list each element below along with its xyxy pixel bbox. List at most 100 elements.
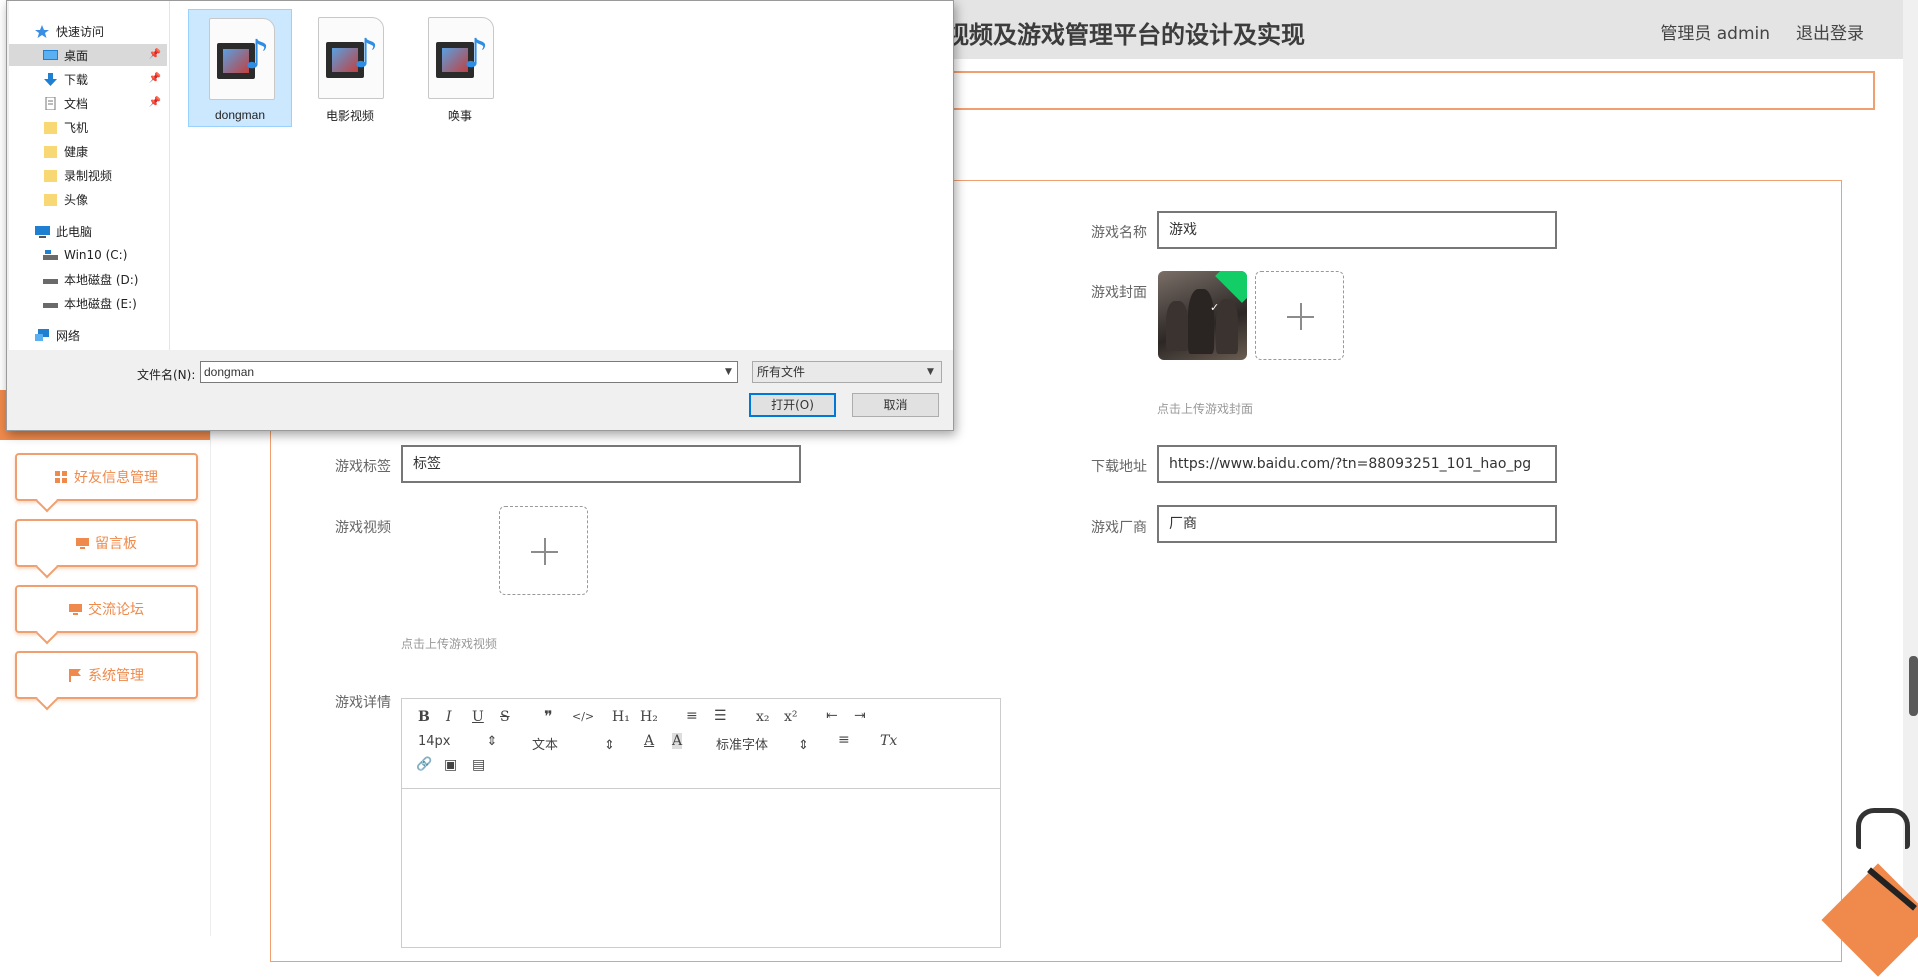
- desktop-icon: [43, 49, 58, 62]
- font-family-value: 标准字体: [716, 738, 769, 753]
- game-video-hint: 点击上传游戏视频: [401, 637, 498, 651]
- strike-button[interactable]: S: [500, 709, 510, 725]
- pin-icon: 📌: [148, 73, 161, 84]
- drive-icon: [43, 273, 58, 286]
- game-video-upload[interactable]: [499, 506, 588, 595]
- vendor-label: 游戏厂商: [1091, 520, 1147, 536]
- h1-button[interactable]: H₁: [612, 709, 630, 725]
- sidebar-item-messages[interactable]: 留言板: [15, 519, 198, 567]
- current-user: 管理员 admin: [1660, 24, 1770, 44]
- bg-color-button[interactable]: A: [672, 733, 683, 749]
- text-style-select[interactable]: 文本 ⇕: [532, 734, 615, 753]
- video-file-icon: ♪: [428, 17, 494, 99]
- nav-this-pc[interactable]: 此电脑: [9, 220, 167, 242]
- nav-downloads[interactable]: 下载 📌: [9, 68, 167, 90]
- italic-button[interactable]: I: [446, 709, 452, 725]
- nav-drive-c[interactable]: Win10 (C:): [9, 244, 167, 266]
- font-size-value: 14px: [418, 734, 451, 749]
- folder-icon: [43, 169, 58, 182]
- underline-button[interactable]: U: [472, 709, 484, 725]
- nav-label: 下载: [64, 72, 89, 87]
- sidebar-item-friends[interactable]: 好友信息管理: [15, 453, 198, 501]
- nav-documents[interactable]: 文档 📌: [9, 92, 167, 114]
- nav-folder-health[interactable]: 健康: [9, 140, 167, 162]
- text-style-value: 文本: [532, 738, 559, 753]
- nav-label: 网络: [56, 328, 81, 343]
- sidebar-item-system[interactable]: 系统管理: [15, 651, 198, 699]
- image-button[interactable]: ▣: [444, 757, 457, 773]
- page-scrollbar[interactable]: [1903, 0, 1918, 936]
- upload-success-corner: [1215, 271, 1247, 303]
- video-file-icon: ♪: [209, 18, 275, 100]
- nav-drive-d[interactable]: 本地磁盘 (D:): [9, 268, 167, 290]
- font-family-select[interactable]: 标准字体 ⇕: [716, 734, 809, 753]
- open-button[interactable]: 打开(O): [749, 393, 836, 417]
- font-size-select[interactable]: 14px ⇕: [418, 734, 497, 749]
- nav-label: 本地磁盘 (E:): [64, 296, 137, 311]
- nav-quick-access[interactable]: 快速访问: [9, 20, 167, 42]
- file-item-dongman[interactable]: ♪ dongman: [188, 9, 292, 127]
- download-input[interactable]: https://www.baidu.com/?tn=88093251_101_h…: [1157, 445, 1557, 483]
- nav-folder-recordings[interactable]: 录制视频: [9, 164, 167, 186]
- file-name: 唤事: [447, 109, 472, 123]
- cancel-button[interactable]: 取消: [852, 393, 939, 417]
- nav-folder-avatar[interactable]: 头像: [9, 188, 167, 210]
- network-icon: [35, 328, 50, 342]
- nav-label: 桌面: [64, 48, 89, 63]
- nav-drive-e[interactable]: 本地磁盘 (E:): [9, 292, 167, 314]
- sidebar-item-forum[interactable]: 交流论坛: [15, 585, 198, 633]
- file-name: dongman: [214, 108, 266, 122]
- nav-label: 本地磁盘 (D:): [64, 272, 139, 287]
- page-scrollbar-thumb[interactable]: [1909, 656, 1918, 716]
- game-video-label: 游戏视频: [335, 520, 391, 536]
- nav-label: 文档: [64, 96, 89, 111]
- game-tag-input[interactable]: 标签: [401, 445, 801, 483]
- document-icon: [43, 96, 58, 110]
- indent-button[interactable]: ⇥: [854, 708, 866, 724]
- folder-icon: [43, 193, 58, 206]
- game-cover-hint: 点击上传游戏封面: [1157, 402, 1254, 416]
- bullet-list-button[interactable]: ☰: [714, 708, 727, 724]
- nav-label: 录制视频: [64, 168, 113, 183]
- logout-link[interactable]: 退出登录: [1796, 19, 1864, 44]
- game-name-input[interactable]: 游戏: [1157, 211, 1557, 249]
- chevron-down-icon[interactable]: ▼: [927, 367, 934, 377]
- superscript-button[interactable]: x²: [784, 709, 798, 725]
- ordered-list-button[interactable]: ≡: [686, 708, 698, 724]
- h2-button[interactable]: H₂: [640, 709, 658, 725]
- link-button[interactable]: 🔗: [416, 757, 432, 772]
- file-item-huanshi[interactable]: ♪ 唤事: [408, 9, 512, 127]
- video-file-icon: ♪: [318, 17, 384, 99]
- monitor-icon: [69, 603, 82, 616]
- nav-label: 快速访问: [56, 24, 105, 39]
- code-button[interactable]: </>: [572, 710, 594, 723]
- quote-button[interactable]: ❞: [544, 707, 553, 726]
- editor-toolbar: B I U S ❞ </> H₁ H₂ ≡ ☰ x₂ x² ⇤ ⇥ 14px ⇕ …: [402, 699, 1000, 789]
- font-color-button[interactable]: A: [644, 733, 654, 749]
- download-icon: [43, 72, 58, 86]
- game-cover-thumbnail[interactable]: ✓: [1158, 271, 1247, 360]
- subscript-button[interactable]: x₂: [756, 709, 770, 725]
- nav-label: 头像: [64, 192, 89, 207]
- video-button[interactable]: ▤: [472, 757, 485, 773]
- nav-folder-plane[interactable]: 飞机: [9, 116, 167, 138]
- file-item-movie[interactable]: ♪ 电影视频: [298, 9, 402, 127]
- bold-button[interactable]: B: [418, 709, 430, 725]
- select-arrow-icon: ⇕: [486, 734, 498, 749]
- sidebar-item-label: 留言板: [95, 536, 137, 552]
- clear-format-button[interactable]: Tx: [880, 733, 897, 749]
- dialog-nav-pane: 快速访问 桌面 📌 下载 📌 文档 📌 飞机 健康 录制视频 头像 此电脑 Wi…: [9, 1, 170, 350]
- nav-desktop[interactable]: 桌面 📌: [9, 44, 167, 66]
- nav-network[interactable]: 网络: [9, 324, 167, 346]
- editor-content-area[interactable]: [402, 789, 1000, 947]
- sidebar-item-label: 系统管理: [88, 668, 144, 684]
- align-button[interactable]: ≡: [838, 732, 850, 748]
- chevron-down-icon[interactable]: ▼: [725, 367, 732, 377]
- game-cover-upload[interactable]: [1255, 271, 1344, 360]
- sidebar-item-label: 好友信息管理: [74, 470, 158, 486]
- filetype-select[interactable]: 所有文件: [752, 361, 942, 383]
- star-icon: [35, 24, 50, 38]
- vendor-input[interactable]: 厂商: [1157, 505, 1557, 543]
- filename-input[interactable]: dongman: [200, 361, 738, 383]
- outdent-button[interactable]: ⇤: [826, 708, 838, 724]
